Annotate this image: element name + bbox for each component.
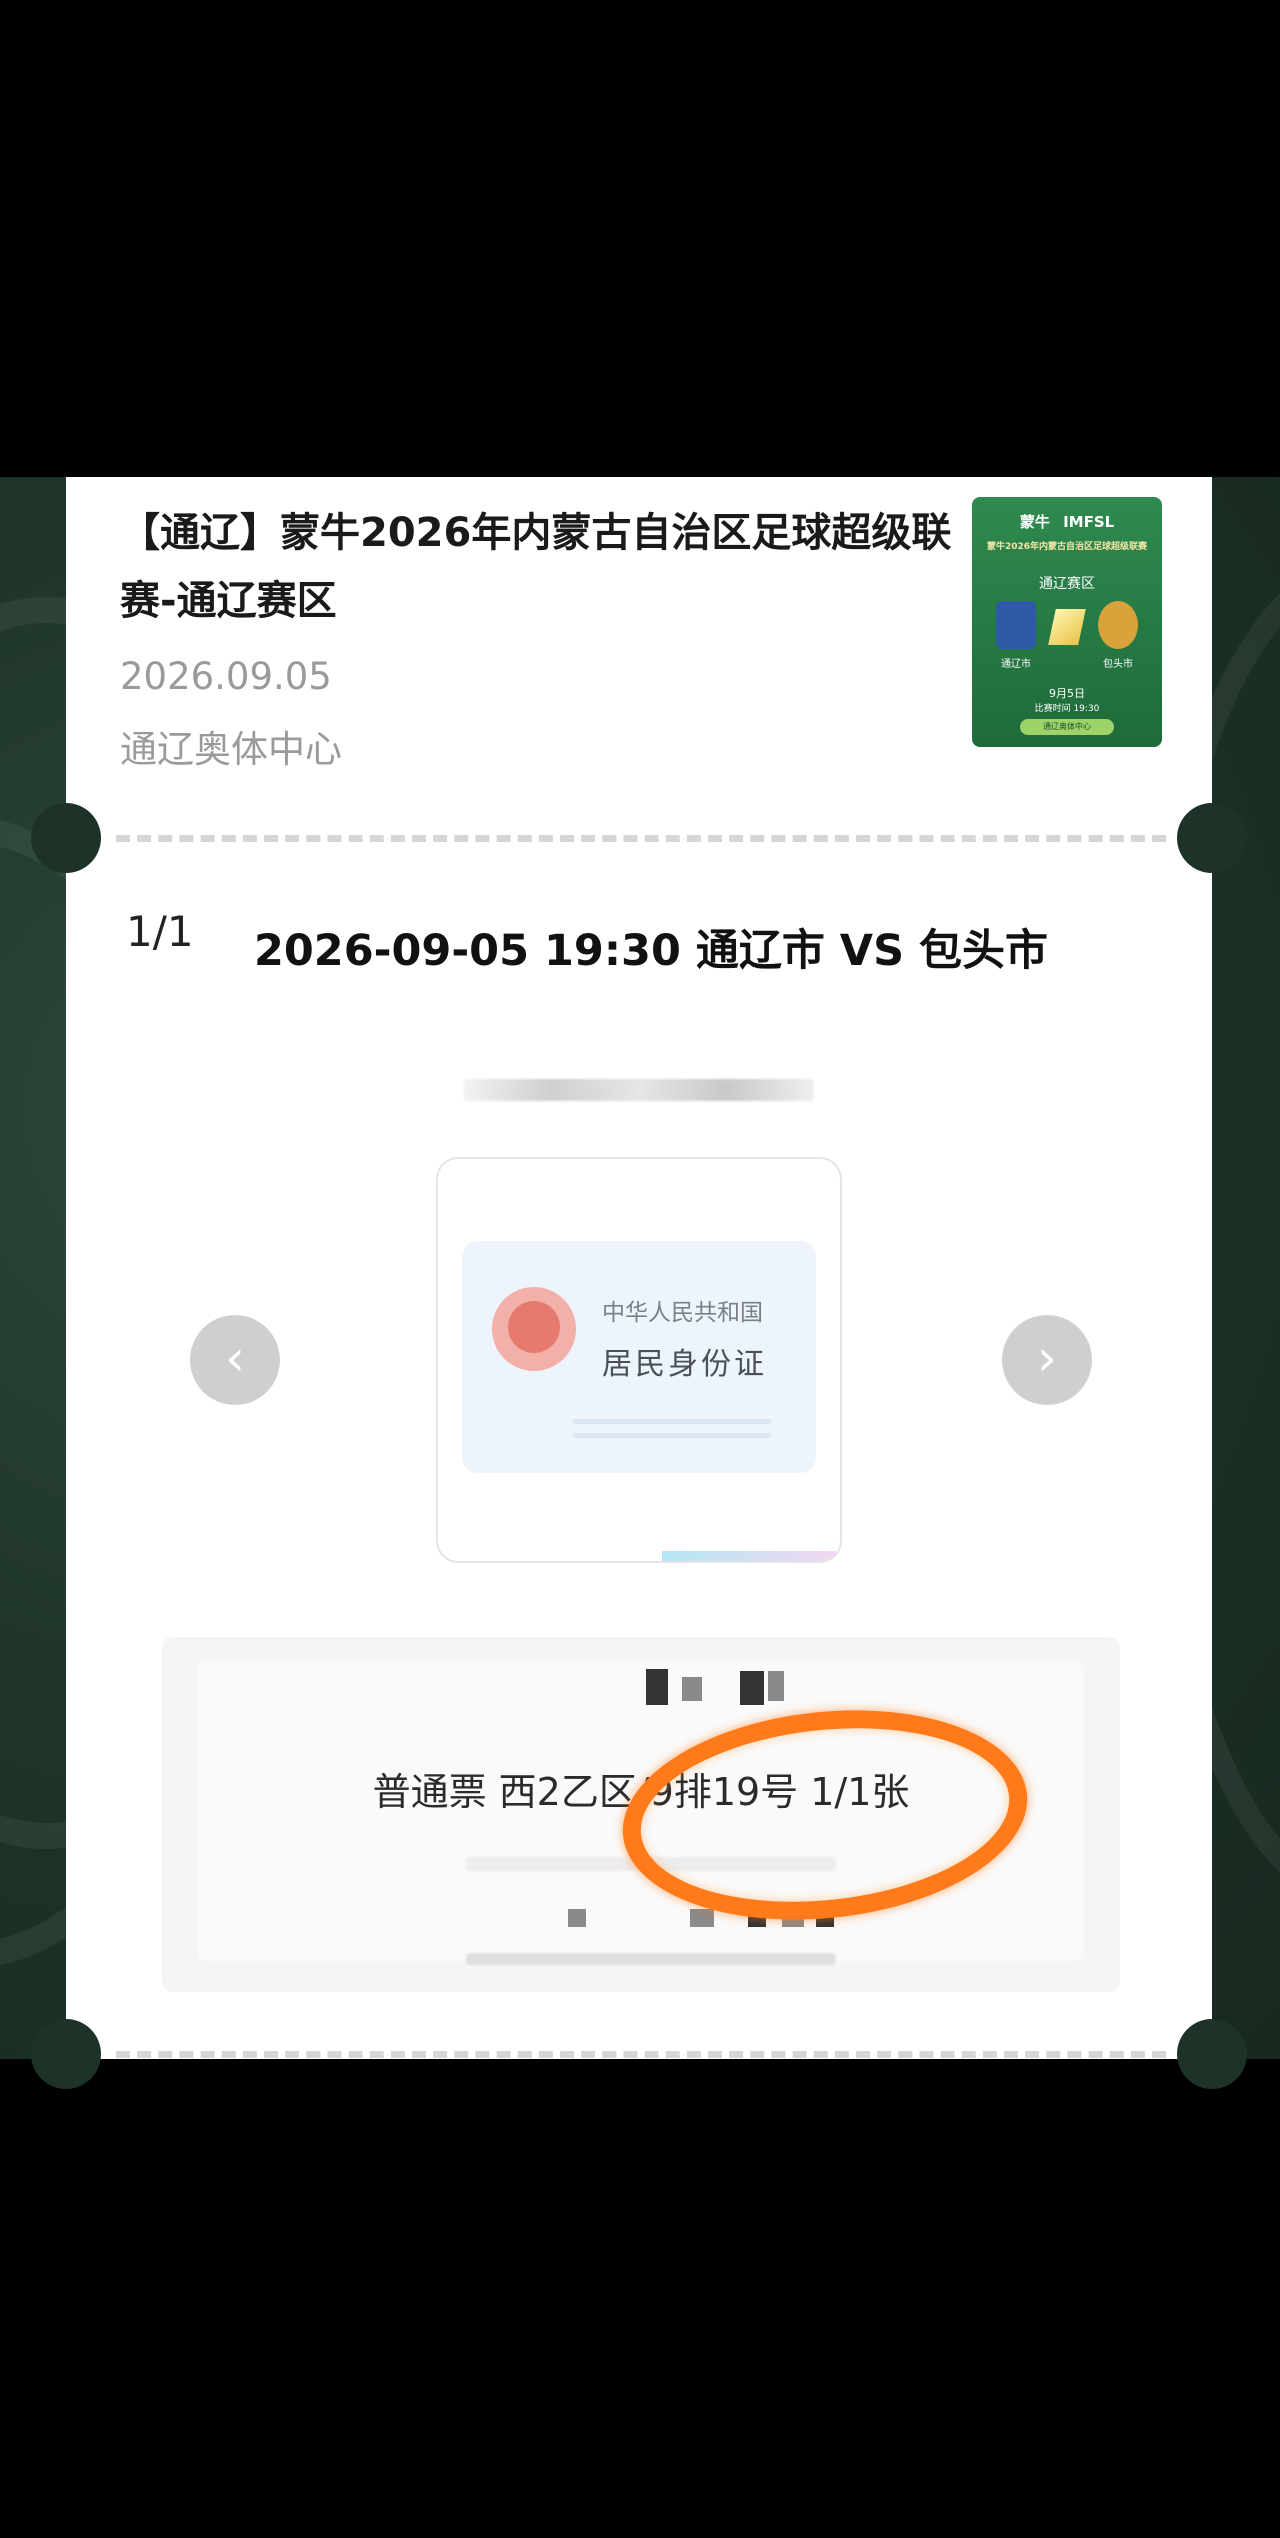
redacted-line <box>466 1857 836 1871</box>
poster-match-day: 9月5日 <box>1049 687 1085 700</box>
id-card-type: 居民身份证 <box>602 1347 767 1382</box>
home-team-crest-icon <box>996 601 1036 649</box>
away-team-crest-icon <box>1098 601 1138 649</box>
redacted-line <box>466 1953 836 1965</box>
poster-brand: 蒙牛 <box>1019 513 1050 531</box>
match-title: 2026-09-05 19:30 通辽市 VS 包头市 <box>253 926 1049 976</box>
redacted-block <box>568 1909 586 1927</box>
ticket-notch-left <box>31 2019 101 2089</box>
card-foot-gradient <box>662 1551 840 1561</box>
ticket-card: 【通辽】蒙牛2026年内蒙古自治区足球超级联赛-通辽赛区 2026.09.05 … <box>31 477 1247 2089</box>
ticket-divider <box>116 835 1166 842</box>
redacted-name <box>464 1079 814 1101</box>
page-indicator: 1/1 <box>126 907 194 956</box>
ticket-notch-right <box>1177 803 1247 873</box>
poster-kickoff: 比赛时间 19:30 <box>1034 704 1100 714</box>
id-card-country: 中华人民共和国 <box>602 1300 763 1326</box>
id-card-tile[interactable]: 中华人民共和国 居民身份证 <box>436 1157 842 1563</box>
versus-bolt-icon <box>1048 609 1086 645</box>
next-button[interactable]: › <box>1002 1315 1092 1405</box>
redacted-block <box>816 1909 834 1927</box>
chevron-right-icon: › <box>1037 1329 1057 1387</box>
id-stripe <box>572 1419 772 1424</box>
redacted-block <box>768 1671 784 1701</box>
redacted-block <box>748 1909 766 1927</box>
event-date: 2026.09.05 <box>120 655 332 698</box>
chevron-left-icon: ‹ <box>225 1329 245 1387</box>
ticket-notch-right <box>1177 2019 1247 2089</box>
id-stripe <box>572 1433 772 1438</box>
poster-headline: 蒙牛2026年内蒙古自治区足球超级联赛 <box>986 542 1148 552</box>
poster-footer: 通辽奥体中心 <box>1020 719 1114 735</box>
poster-league: IMFSL <box>1063 513 1115 531</box>
national-emblem-icon <box>492 1287 576 1371</box>
seat-info-panel: 普通票 西2乙区/9排19号 1/1张 <box>162 1637 1120 1992</box>
redacted-block <box>782 1909 804 1927</box>
poster-away-team: 包头市 <box>1103 659 1133 670</box>
seat-description: 普通票 西2乙区/9排19号 1/1张 <box>372 1770 910 1814</box>
poster-home-team: 通辽市 <box>1001 659 1031 670</box>
id-card-graphic: 中华人民共和国 居民身份证 <box>462 1241 816 1473</box>
poster-region: 通辽赛区 <box>1039 576 1095 592</box>
event-poster[interactable]: 蒙牛 IMFSL 蒙牛2026年内蒙古自治区足球超级联赛 通辽赛区 通辽市 包头… <box>972 497 1162 747</box>
event-venue: 通辽奥体中心 <box>120 728 342 771</box>
prev-button[interactable]: ‹ <box>190 1315 280 1405</box>
ticket-divider <box>116 2051 1166 2058</box>
ticket-notch-left <box>31 803 101 873</box>
event-title: 【通辽】蒙牛2026年内蒙古自治区足球超级联赛-通辽赛区 <box>120 510 952 624</box>
redacted-block <box>682 1677 702 1701</box>
redacted-block <box>740 1671 764 1705</box>
redacted-block <box>690 1909 714 1927</box>
redacted-block <box>646 1669 668 1705</box>
